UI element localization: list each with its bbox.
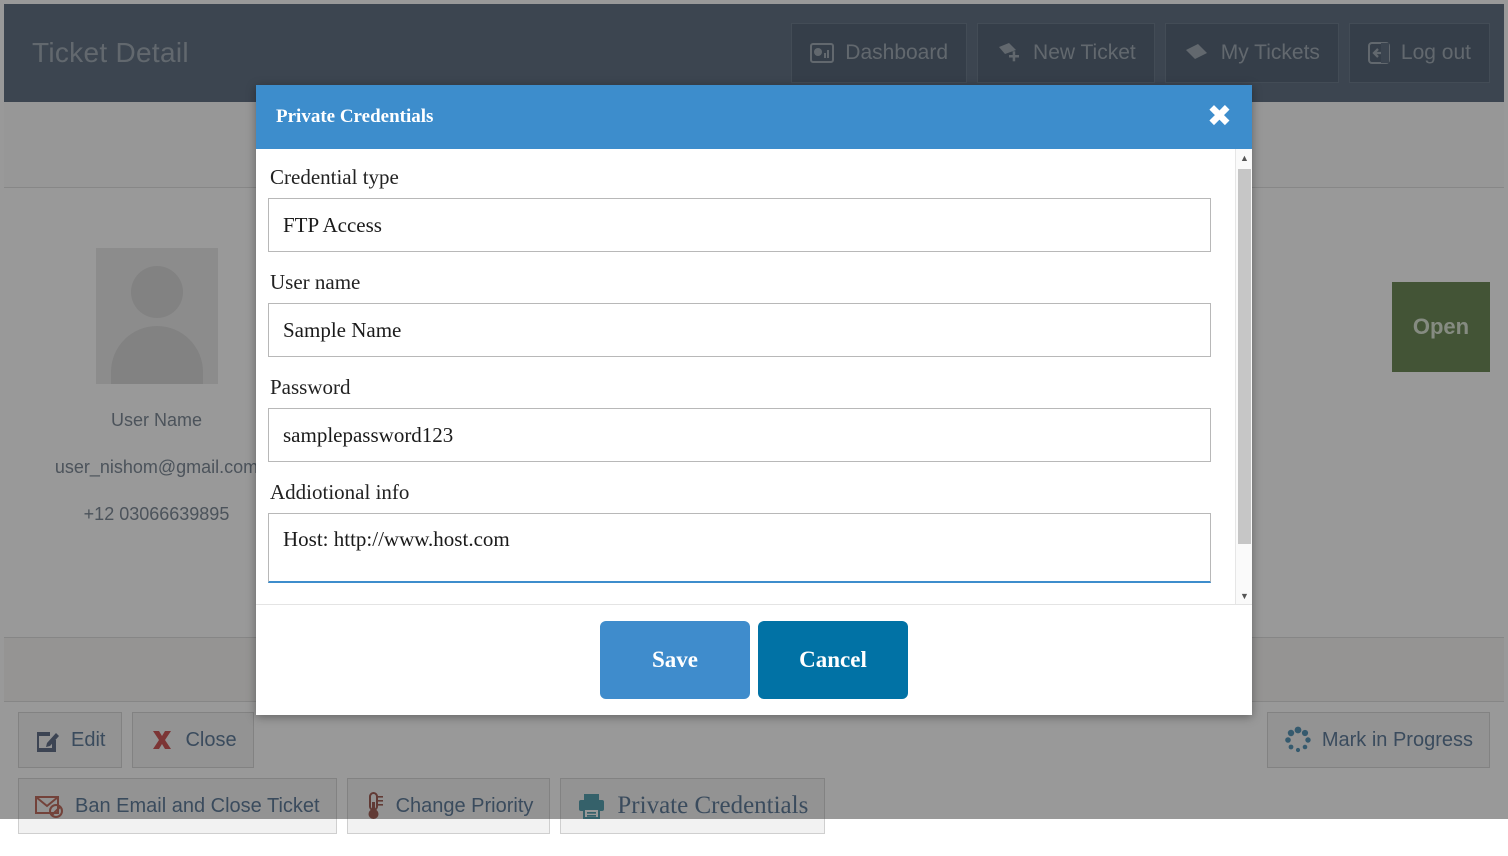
- additional-info-label: Addiotional info: [270, 480, 1211, 505]
- modal-title: Private Credentials: [276, 106, 433, 128]
- user-name-input[interactable]: Sample Name: [268, 303, 1211, 357]
- credential-type-label: Credential type: [270, 165, 1211, 190]
- modal-footer: Save Cancel: [256, 605, 1252, 715]
- close-icon[interactable]: ✖: [1207, 102, 1232, 132]
- modal-scroll-wrapper: Credential type FTP Access User name Sam…: [256, 149, 1252, 605]
- password-input[interactable]: samplepassword123: [268, 408, 1211, 462]
- scroll-up-icon[interactable]: ▲: [1236, 149, 1253, 166]
- cancel-button[interactable]: Cancel: [758, 621, 908, 699]
- modal-scrollbar[interactable]: ▲ ▼: [1235, 149, 1252, 604]
- scrollbar-thumb[interactable]: [1238, 169, 1251, 544]
- modal-header: Private Credentials ✖: [256, 85, 1252, 149]
- password-label: Password: [270, 375, 1211, 400]
- user-name-label: User name: [270, 270, 1211, 295]
- scroll-down-icon[interactable]: ▼: [1236, 587, 1253, 604]
- additional-info-input[interactable]: Host: http://www.host.com: [268, 513, 1211, 583]
- save-button[interactable]: Save: [600, 621, 750, 699]
- credential-type-input[interactable]: FTP Access: [268, 198, 1211, 252]
- private-credentials-modal: Private Credentials ✖ Credential type FT…: [256, 85, 1252, 715]
- modal-body: Credential type FTP Access User name Sam…: [256, 149, 1235, 604]
